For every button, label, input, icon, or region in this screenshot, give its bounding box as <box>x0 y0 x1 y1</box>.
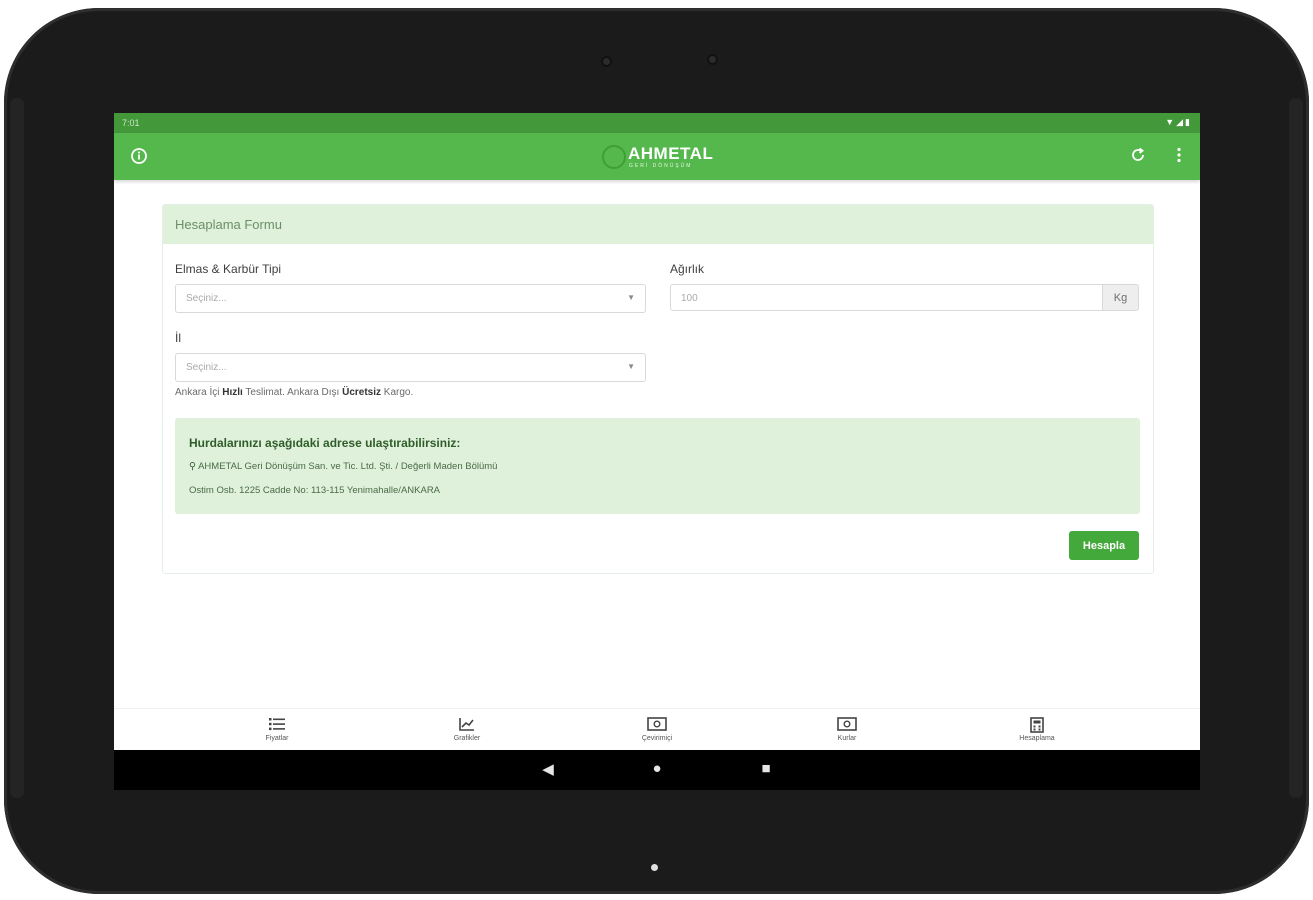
address-title: Hurdalarınızı aşağıdaki adrese ulaştırab… <box>189 436 461 450</box>
nav-label-rates: Kurlar <box>837 735 857 742</box>
wifi-icon: ▼ <box>1165 117 1177 127</box>
app-logo: AHMETAL GERİ DÖNÜŞÜM <box>602 143 722 171</box>
nav-item-calculation[interactable]: Hesaplama <box>992 717 1082 742</box>
address-line-1-text: AHMETAL Geri Dönüşüm San. ve Tic. Ltd. Ş… <box>198 461 498 472</box>
logo-subtext: GERİ DÖNÜŞÜM <box>629 163 693 169</box>
nav-item-online[interactable]: Çevirimiçi <box>612 717 702 742</box>
status-icons: ▼◢▮ <box>1165 117 1192 128</box>
type-select[interactable]: Seçiniz... ▼ <box>175 284 646 313</box>
currency-icon <box>802 717 892 733</box>
list-icon <box>232 717 322 733</box>
nav-label-online: Çevirimiçi <box>641 735 673 742</box>
app-bar: AHMETAL GERİ DÖNÜŞÜM <box>114 133 1200 180</box>
note-bold-fast: Hızlı <box>222 387 243 398</box>
note-text-3: Kargo. <box>381 387 414 398</box>
chart-icon <box>422 717 512 733</box>
nav-label-charts: Grafikler <box>453 735 481 742</box>
nav-item-prices[interactable]: Fiyatlar <box>232 717 322 742</box>
logo-mark-icon <box>602 145 626 169</box>
nav-label-prices: Fiyatlar <box>265 735 289 742</box>
weight-label: Ağırlık <box>670 262 705 276</box>
app-screen: 7:01 ▼◢▮ AHMETAL GERİ DÖNÜŞÜM Hesaplama … <box>114 113 1200 790</box>
status-time: 7:01 <box>122 118 140 128</box>
chevron-down-icon: ▼ <box>627 293 635 302</box>
calculate-button[interactable]: Hesapla <box>1069 531 1139 560</box>
weight-unit: Kg <box>1102 284 1139 311</box>
delivery-note: Ankara İçi Hızlı Teslimat. Ankara Dışı Ü… <box>175 387 413 398</box>
card-header: Hesaplama Formu <box>163 205 1153 244</box>
note-text-2: Teslimat. Ankara Dışı <box>242 387 343 398</box>
front-sensor <box>601 56 612 67</box>
weight-input[interactable]: 100 <box>670 284 1102 311</box>
type-label: Elmas & Karbür Tipi <box>175 262 282 276</box>
nav-label-calculation: Hesaplama <box>1019 735 1055 742</box>
tablet-side-right <box>1289 98 1303 798</box>
type-select-value: Seçiniz... <box>186 293 227 304</box>
map-marker-icon: ⚲ <box>189 461 199 472</box>
recents-icon[interactable]: ■ <box>756 760 776 777</box>
front-camera <box>707 54 718 65</box>
tablet-side-left <box>10 98 24 798</box>
back-icon[interactable]: ◀ <box>538 760 558 778</box>
address-panel: Hurdalarınızı aşağıdaki adrese ulaştırab… <box>175 418 1140 514</box>
refresh-icon[interactable] <box>1129 146 1147 166</box>
info-icon[interactable] <box>130 147 148 165</box>
chevron-down-icon: ▼ <box>627 362 635 371</box>
device-led <box>651 864 658 871</box>
signal-icon: ◢ <box>1176 117 1186 127</box>
address-line-2: Ostim Osb. 1225 Cadde No: 113-115 Yenima… <box>189 485 441 496</box>
city-select[interactable]: Seçiniz... ▼ <box>175 353 646 382</box>
form-title: Hesaplama Formu <box>175 217 282 232</box>
calculator-icon <box>992 717 1082 733</box>
battery-icon: ▮ <box>1185 117 1192 127</box>
note-bold-free: Ücretsiz <box>342 387 382 398</box>
home-icon[interactable]: ● <box>647 760 667 777</box>
note-text-1: Ankara İçi <box>175 387 223 398</box>
system-navigation-bar: ◀ ● ■ <box>114 750 1200 790</box>
nav-item-rates[interactable]: Kurlar <box>802 717 892 742</box>
city-select-value: Seçiniz... <box>186 362 227 373</box>
city-label: İl <box>175 331 181 345</box>
address-line-1: ⚲ AHMETAL Geri Dönüşüm San. ve Tic. Ltd.… <box>189 461 497 472</box>
more-vert-icon[interactable] <box>1171 146 1187 166</box>
calculation-form-card: Hesaplama Formu Elmas & Karbür Tipi Seçi… <box>162 204 1154 574</box>
nav-item-charts[interactable]: Grafikler <box>422 717 512 742</box>
money-icon <box>612 717 702 733</box>
logo-text: AHMETAL <box>628 144 714 163</box>
bottom-navigation: Fiyatlar Grafikler Çevirimiçi Kurlar Hes… <box>114 708 1200 751</box>
status-bar: 7:01 ▼◢▮ <box>114 113 1200 133</box>
weight-input-placeholder: 100 <box>681 293 698 304</box>
